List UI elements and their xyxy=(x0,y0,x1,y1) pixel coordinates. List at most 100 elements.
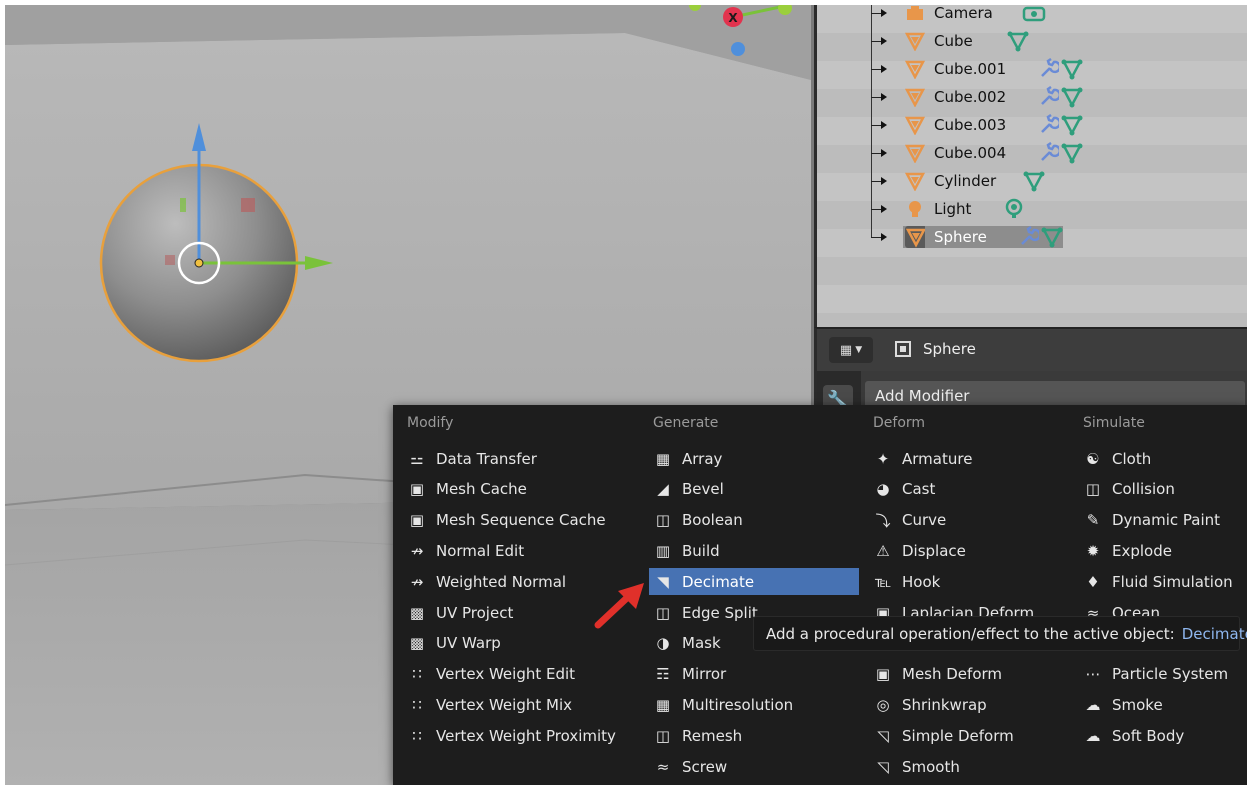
screw-icon: ≈ xyxy=(656,757,670,776)
add-modifier-menu: Modify ⚍ Data Transfer ▣ Mesh Cache ▣ Mesh Seq… xyxy=(393,405,1247,785)
outliner-item-cube-001[interactable]: Cube.001 xyxy=(817,55,1247,83)
menu-item-displace[interactable]: ⚠ Displace xyxy=(869,537,1069,564)
menu-item-label: Shrinkwrap xyxy=(902,695,987,714)
menu-item-smooth[interactable]: ◹ Smooth xyxy=(869,753,1069,780)
menu-item-label: Particle System xyxy=(1112,665,1229,684)
cast-icon: ◕ xyxy=(876,480,890,499)
menu-item-label: Mirror xyxy=(682,665,727,684)
mesh-data-icon[interactable] xyxy=(1061,58,1083,84)
menu-item-label: Cloth xyxy=(1112,449,1152,468)
expand-arrow-icon[interactable] xyxy=(881,233,887,241)
outliner-item-sphere[interactable]: Sphere xyxy=(817,223,1247,251)
modifier-wrench-icon[interactable] xyxy=(1017,225,1042,252)
menu-item-armature[interactable]: ✦ Armature xyxy=(869,445,1069,472)
light-data-icon[interactable] xyxy=(1003,198,1025,224)
menu-item-vertex-weight-proximity[interactable]: ∷ Vertex Weight Proximity xyxy=(403,722,623,749)
explode-icon: ✹ xyxy=(1086,541,1100,560)
array-icon: ▦ xyxy=(655,449,671,468)
menu-item-boolean[interactable]: ◫ Boolean xyxy=(649,507,859,534)
mirror-icon: ☶ xyxy=(656,665,670,684)
menu-item-bevel[interactable]: ◢ Bevel xyxy=(649,476,859,503)
outliner-item-cube-002[interactable]: Cube.002 xyxy=(817,83,1247,111)
modifier-wrench-icon[interactable] xyxy=(1037,85,1062,112)
vertex-weight-icon: ∷ xyxy=(412,726,422,745)
menu-item-dynamic-paint[interactable]: ✎ Dynamic Paint xyxy=(1079,507,1247,534)
expand-arrow-icon[interactable] xyxy=(881,149,887,157)
menu-item-simple-deform[interactable]: ◹ Simple Deform xyxy=(869,722,1069,749)
menu-item-explode[interactable]: ✹ Explode xyxy=(1079,537,1247,564)
mesh-data-icon[interactable] xyxy=(1023,170,1045,196)
dynamic-paint-icon: ✎ xyxy=(1086,511,1100,530)
camera-data-icon[interactable] xyxy=(1022,5,1046,28)
menu-item-cast[interactable]: ◕ Cast xyxy=(869,476,1069,503)
mesh-data-icon[interactable] xyxy=(1007,30,1029,56)
mesh-sequence-cache-icon: ▣ xyxy=(409,511,425,530)
expand-arrow-icon[interactable] xyxy=(881,93,887,101)
menu-item-cloth[interactable]: ☯ Cloth xyxy=(1079,445,1247,472)
mesh-data-icon[interactable] xyxy=(1061,86,1083,112)
menu-item-vertex-weight-edit[interactable]: ∷ Vertex Weight Edit xyxy=(403,661,623,688)
blender-window: X Camera Cube Cube.001 Cube.002 Cube.003 Cube… xyxy=(5,5,1247,785)
mesh-object-icon xyxy=(905,87,925,107)
menu-item-label: Collision xyxy=(1112,480,1175,499)
menu-item-mesh-cache[interactable]: ▣ Mesh Cache xyxy=(403,476,623,503)
fluid-simulation-icon: ♦ xyxy=(1086,572,1100,591)
outliner-data-icons xyxy=(1007,30,1029,56)
menu-item-remesh[interactable]: ◫ Remesh xyxy=(649,722,859,749)
menu-item-shrinkwrap[interactable]: ◎ Shrinkwrap xyxy=(869,691,1069,718)
expand-arrow-icon[interactable] xyxy=(881,121,887,129)
menu-item-soft-body[interactable]: ☁ Soft Body xyxy=(1079,722,1247,749)
menu-item-mesh-deform[interactable]: ▣ Mesh Deform xyxy=(869,661,1069,688)
menu-item-decimate[interactable]: ◥ Decimate xyxy=(649,568,859,596)
menu-item-build[interactable]: ▥ Build xyxy=(649,537,859,564)
outliner-item-cube-004[interactable]: Cube.004 xyxy=(817,139,1247,167)
menu-item-fluid-simulation[interactable]: ♦ Fluid Simulation xyxy=(1079,568,1247,595)
outliner-item-name: Cube xyxy=(934,32,973,50)
editor-type-button[interactable]: ▦ ▼ xyxy=(829,337,873,363)
menu-item-label: Curve xyxy=(902,511,947,530)
menu-item-mirror[interactable]: ☶ Mirror xyxy=(649,661,859,688)
expand-arrow-icon[interactable] xyxy=(881,65,887,73)
outliner-item-cylinder[interactable]: Cylinder xyxy=(817,167,1247,195)
menu-item-collision[interactable]: ◫ Collision xyxy=(1079,476,1247,503)
menu-item-multiresolution[interactable]: ▦ Multiresolution xyxy=(649,691,859,718)
edge-split-icon: ◫ xyxy=(655,603,671,622)
outliner-item-cube[interactable]: Cube xyxy=(817,27,1247,55)
menu-item-normal-edit[interactable]: ↛ Normal Edit xyxy=(403,537,623,564)
expand-arrow-icon[interactable] xyxy=(881,205,887,213)
menu-item-label: Mesh Cache xyxy=(436,480,527,499)
modifier-wrench-icon[interactable] xyxy=(1037,113,1062,140)
menu-item-smoke[interactable]: ☁ Smoke xyxy=(1079,691,1247,718)
camera-object-icon xyxy=(905,5,925,23)
expand-arrow-icon[interactable] xyxy=(881,177,887,185)
mesh-data-icon[interactable] xyxy=(1061,114,1083,140)
mesh-data-icon[interactable] xyxy=(1061,142,1083,168)
outliner-item-camera[interactable]: Camera xyxy=(817,5,1247,27)
menu-item-array[interactable]: ▦ Array xyxy=(649,445,859,472)
outliner-panel[interactable]: Camera Cube Cube.001 Cube.002 Cube.003 Cube.0… xyxy=(814,5,1247,327)
mesh-data-icon[interactable] xyxy=(1041,226,1063,252)
expand-arrow-icon[interactable] xyxy=(881,37,887,45)
menu-item-vertex-weight-mix[interactable]: ∷ Vertex Weight Mix xyxy=(403,691,623,718)
bevel-icon: ◢ xyxy=(657,480,669,499)
outliner-item-light[interactable]: Light xyxy=(817,195,1247,223)
mesh-object-icon xyxy=(905,31,925,51)
menu-item-hook[interactable]: ℡ Hook xyxy=(869,568,1069,595)
menu-item-screw[interactable]: ≈ Screw xyxy=(649,753,859,780)
menu-item-label: Simple Deform xyxy=(902,726,1014,745)
menu-item-label: Weighted Normal xyxy=(436,572,567,591)
mesh-object-icon xyxy=(905,226,925,248)
modifier-wrench-icon[interactable] xyxy=(1037,57,1062,84)
menu-item-mesh-sequence-cache[interactable]: ▣ Mesh Sequence Cache xyxy=(403,507,623,534)
menu-item-curve[interactable]: ⤵ Curve xyxy=(869,507,1069,534)
smoke-icon: ☁ xyxy=(1085,695,1101,714)
menu-item-particle-system[interactable]: ⋯ Particle System xyxy=(1079,661,1247,688)
menu-item-uv-warp[interactable]: ▩ UV Warp xyxy=(403,630,623,657)
menu-item-label: Mesh Sequence Cache xyxy=(436,511,606,530)
expand-arrow-icon[interactable] xyxy=(881,9,887,17)
menu-column-heading: Modify xyxy=(407,415,454,431)
outliner-data-icons xyxy=(1037,141,1083,168)
menu-item-data-transfer[interactable]: ⚍ Data Transfer xyxy=(403,445,623,472)
outliner-item-cube-003[interactable]: Cube.003 xyxy=(817,111,1247,139)
modifier-wrench-icon[interactable] xyxy=(1037,141,1062,168)
